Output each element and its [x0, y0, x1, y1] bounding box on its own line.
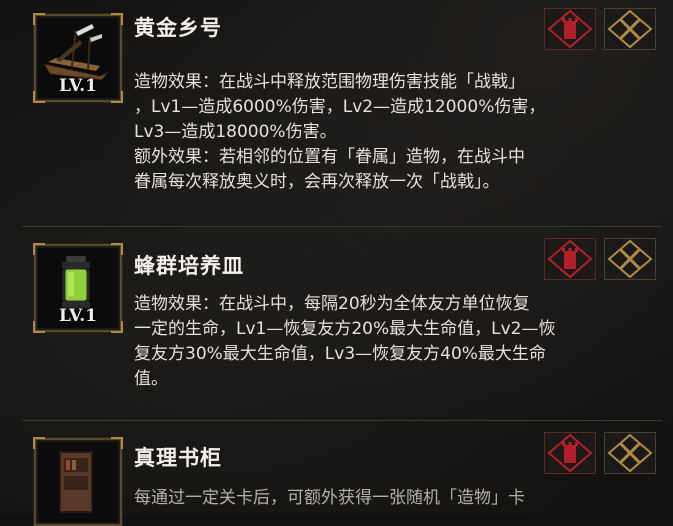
bookcase-icon [59, 451, 93, 513]
badge-group [544, 432, 658, 474]
artifact-list-panel: LV.1 黄金乡号 造物效果：在战斗中释放范围物理伤害技能「战戟」 ，Lv1—造… [0, 0, 673, 526]
type-badge [604, 238, 656, 280]
badge-group [544, 238, 658, 280]
faction-badge [544, 432, 596, 474]
item-description: 造物效果：在战斗中，每隔20秒为全体友方单位恢复 一定的生命，Lv1—恢复友方2… [134, 292, 662, 392]
badge-group [544, 8, 658, 50]
type-badge [604, 432, 656, 474]
description-line: 复友方30%最大生命值，Lv3—恢复友方40%最大生命 [134, 344, 546, 364]
item-description: 每通过一定关卡后，可额外获得一张随机「造物」卡 [134, 486, 662, 511]
crossed-swords-icon [607, 9, 653, 49]
item-title: 真理书柜 [134, 446, 222, 470]
item-icon-frame: LV.1 [33, 243, 123, 333]
description-line: 每通过一定关卡后，可额外获得一张随机「造物」卡 [134, 488, 525, 508]
description-line: Lv3—造成18000%伤害。 [134, 122, 337, 142]
tower-icon [547, 9, 593, 49]
list-item[interactable]: LV.1 蜂群培养皿 造物效果：在战斗中，每隔20秒为全体友方单位恢复 一定的生… [22, 230, 662, 421]
description-line: 造物效果：在战斗中，每隔20秒为全体友方单位恢复 [134, 294, 530, 314]
list-item[interactable]: 真理书柜 每通过一定关卡后，可额外获得一张随机「造物」卡 [22, 424, 662, 526]
faction-badge [544, 238, 596, 280]
item-icon-frame: LV.1 [33, 13, 123, 103]
item-title: 黄金乡号 [134, 16, 222, 40]
item-icon-frame [33, 437, 123, 526]
description-line: 眷属每次释放奥义时，会再次释放一次「战戟」。 [134, 172, 500, 192]
description-line: 值。 [134, 369, 168, 389]
description-line: ，Lv1—造成6000%伤害，Lv2—造成12000%伤害， [134, 97, 546, 117]
level-label: LV.1 [59, 306, 97, 326]
faction-badge [544, 8, 596, 50]
level-label: LV.1 [59, 76, 97, 96]
list-item[interactable]: LV.1 黄金乡号 造物效果：在战斗中释放范围物理伤害技能「战戟」 ，Lv1—造… [22, 0, 662, 227]
tower-icon [547, 433, 593, 473]
description-line: 一定的生命，Lv1—恢复友方20%最大生命值，Lv2—恢 [134, 319, 556, 339]
item-title: 蜂群培养皿 [134, 254, 244, 278]
item-description: 造物效果：在战斗中释放范围物理伤害技能「战戟」 ，Lv1—造成6000%伤害，L… [134, 70, 662, 195]
tower-icon [547, 239, 593, 279]
type-badge [604, 8, 656, 50]
description-line: 造物效果：在战斗中释放范围物理伤害技能「战戟」 [134, 72, 525, 92]
crossed-swords-icon [607, 239, 653, 279]
description-line: 额外效果：若相邻的位置有「眷属」造物，在战斗中 [134, 147, 525, 167]
crossed-swords-icon [607, 433, 653, 473]
